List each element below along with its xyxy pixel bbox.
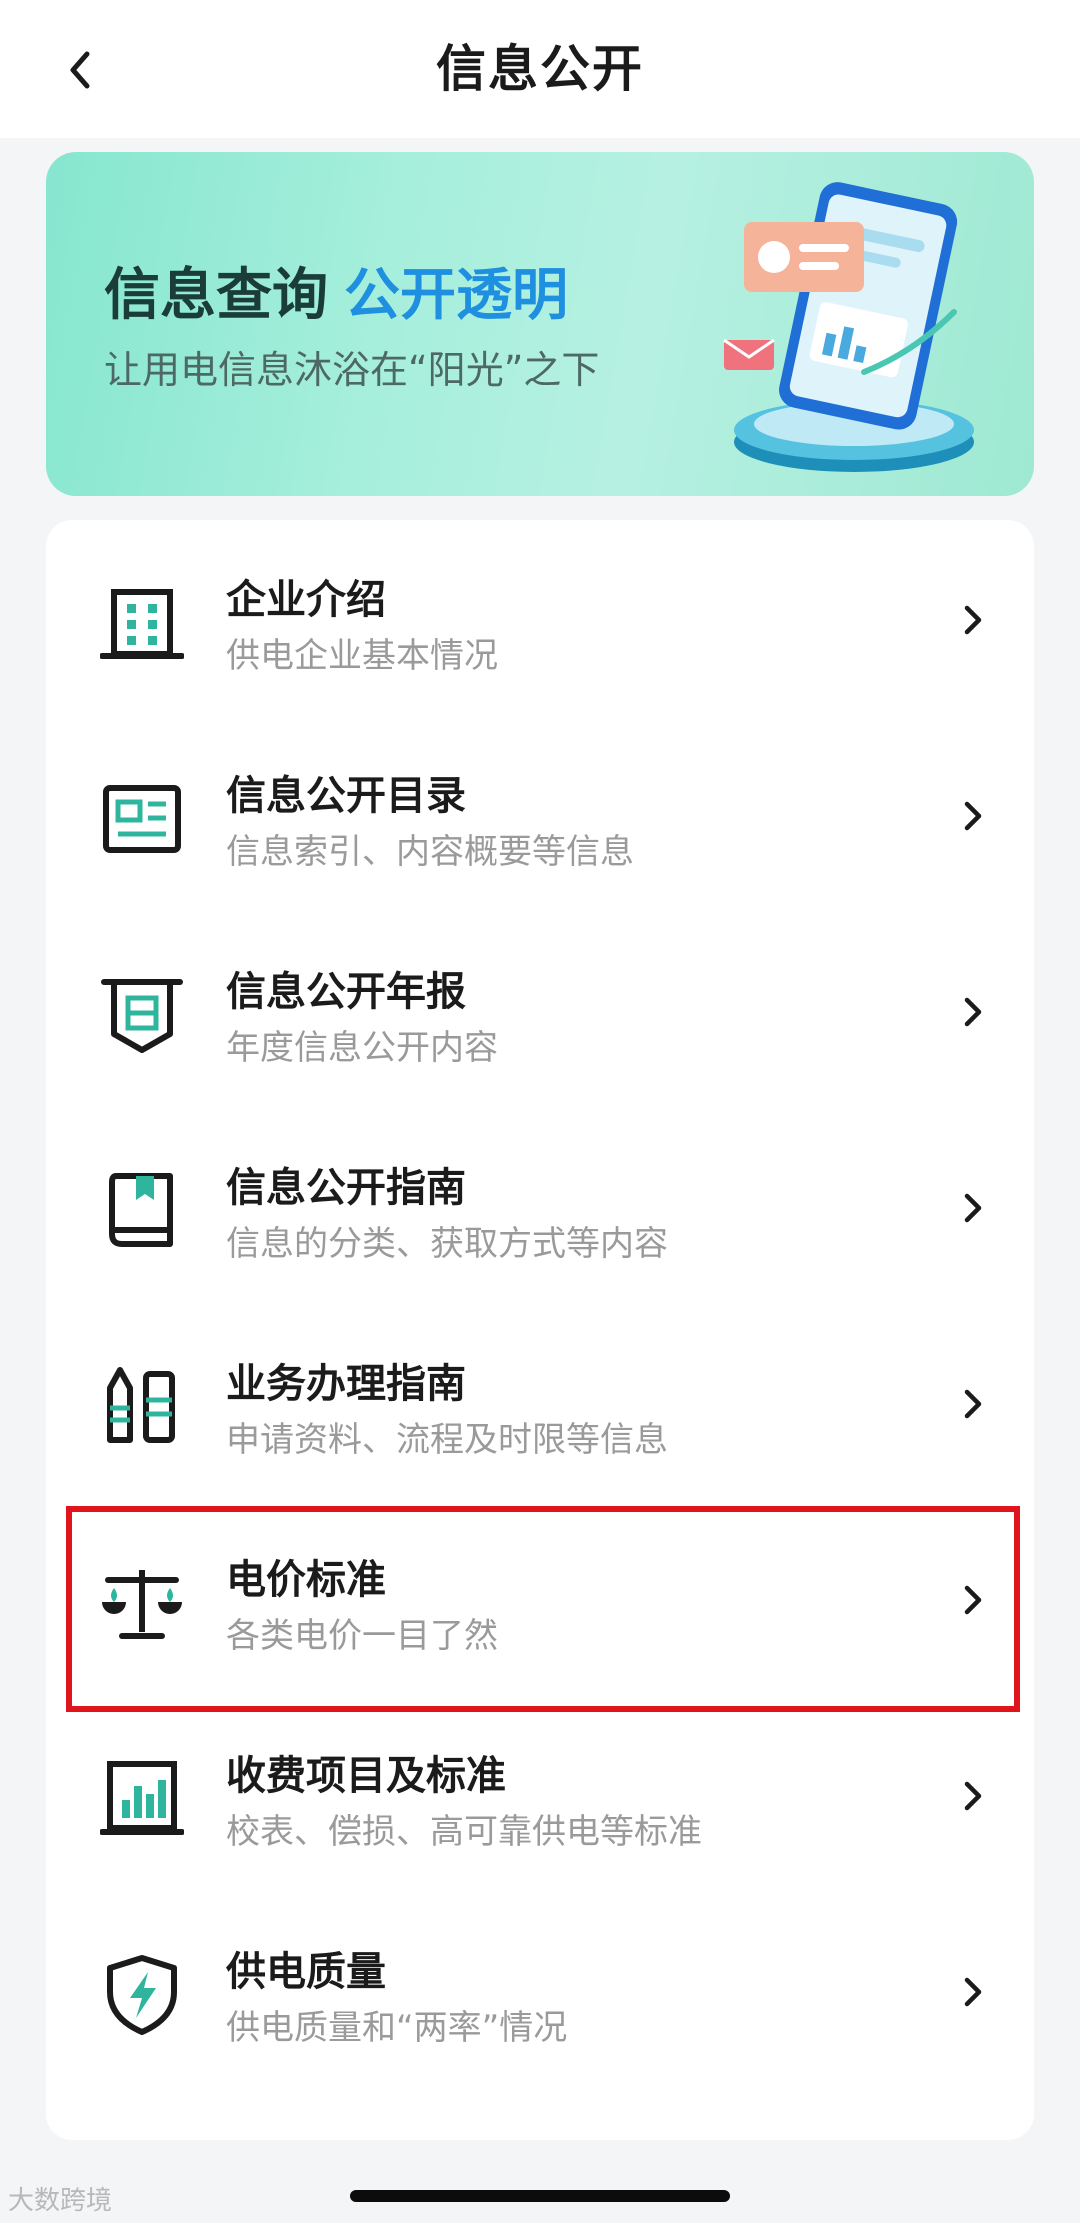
- page-title: 信息公开: [436, 40, 644, 98]
- banner-title: 信息查询 公开透明: [104, 256, 568, 336]
- phone-data-illustration: [723, 182, 974, 472]
- menu-item-catalog[interactable]: 信息公开目录 信息索引、内容概要等信息: [46, 716, 1034, 912]
- menu-card: 企业介绍 供电企业基本情况 信息公开目录 信息索引、内容概要等信息 信息公开年报…: [46, 520, 1034, 2140]
- menu-item-annual-report[interactable]: 信息公开年报 年度信息公开内容: [46, 912, 1034, 1108]
- menu-item-title: 信息公开指南: [226, 1165, 466, 1211]
- menu-item-subtitle: 供电企业基本情况: [226, 636, 498, 676]
- menu-item-title: 信息公开目录: [226, 773, 466, 819]
- bar-chart-icon: [100, 1761, 184, 1835]
- chevron-right-icon: [964, 1389, 982, 1419]
- menu-item-fee-standards[interactable]: 收费项目及标准 校表、偿损、高可靠供电等标准: [46, 1696, 1034, 1892]
- banner-subtitle: 让用电信息沐浴在“阳光”之下: [104, 348, 600, 392]
- menu-item-subtitle: 各类电价一目了然: [226, 1616, 498, 1656]
- menu-item-electricity-price[interactable]: 电价标准 各类电价一目了然: [46, 1500, 1034, 1696]
- banner-title-part1: 信息查询: [104, 263, 328, 328]
- menu-item-subtitle: 信息的分类、获取方式等内容: [226, 1224, 668, 1264]
- building-icon: [100, 589, 184, 659]
- chevron-right-icon: [964, 1585, 982, 1615]
- menu-item-title: 业务办理指南: [226, 1361, 466, 1407]
- menu-item-title: 收费项目及标准: [226, 1753, 506, 1799]
- menu-item-subtitle: 信息索引、内容概要等信息: [226, 832, 634, 872]
- menu-item-company-intro[interactable]: 企业介绍 供电企业基本情况: [46, 520, 1034, 716]
- chevron-right-icon: [964, 997, 982, 1027]
- menu-item-guide[interactable]: 信息公开指南 信息的分类、获取方式等内容: [46, 1108, 1034, 1304]
- chevron-right-icon: [964, 801, 982, 831]
- lightning-shield-icon: [107, 1955, 177, 2035]
- chevron-right-icon: [964, 605, 982, 635]
- watermark: 大数跨境: [8, 2186, 113, 2216]
- info-banner: 信息查询 公开透明 让用电信息沐浴在“阳光”之下: [46, 152, 1034, 496]
- home-indicator[interactable]: [350, 2190, 730, 2202]
- menu-item-business-guide[interactable]: 业务办理指南 申请资料、流程及时限等信息: [46, 1304, 1034, 1500]
- menu-item-subtitle: 供电质量和“两率”情况: [226, 2008, 568, 2048]
- menu-item-title: 企业介绍: [226, 577, 386, 623]
- menu-item-power-quality[interactable]: 供电质量 供电质量和“两率”情况: [46, 1892, 1034, 2088]
- banner-title-part2: 公开透明: [344, 263, 568, 328]
- book-icon: [109, 1173, 173, 1247]
- scale-icon: [102, 1570, 182, 1639]
- menu-item-subtitle: 申请资料、流程及时限等信息: [226, 1420, 668, 1460]
- menu-item-title: 信息公开年报: [226, 969, 466, 1015]
- chevron-right-icon: [964, 1781, 982, 1811]
- menu-item-title: 电价标准: [226, 1557, 386, 1603]
- newspaper-icon: [103, 785, 181, 853]
- shield-doc-icon: [101, 979, 183, 1053]
- chevron-right-icon: [964, 1193, 982, 1223]
- chevron-right-icon: [964, 1977, 982, 2007]
- top-nav-bar: 信息公开: [0, 0, 1080, 138]
- tools-icon: [107, 1367, 175, 1443]
- menu-item-subtitle: 年度信息公开内容: [226, 1028, 498, 1068]
- menu-item-title: 供电质量: [226, 1949, 386, 1995]
- menu-item-subtitle: 校表、偿损、高可靠供电等标准: [226, 1812, 702, 1852]
